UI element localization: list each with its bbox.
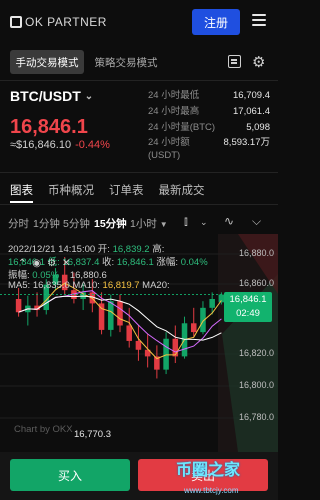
ohlc-change: 0.04%: [180, 257, 208, 268]
stat-value: 16,709.4: [233, 90, 270, 101]
stat-label: 24 小时量(BTC): [148, 122, 216, 133]
divider: [0, 80, 278, 81]
tab-latest-trades[interactable]: 最新成交: [159, 182, 205, 198]
price-change: -0.44%: [75, 139, 110, 151]
timeframe-15m[interactable]: 15分钟: [94, 216, 127, 231]
stat-row: 24 小时额(USDT) 8,593.17万: [148, 136, 270, 164]
y-tick: 16,880.0: [238, 248, 274, 258]
candle-body: [117, 301, 123, 326]
candle-body: [108, 301, 114, 330]
eye-icon[interactable]: ◉: [32, 258, 41, 269]
candle-body: [209, 298, 215, 308]
kline-chart[interactable]: 2022/12/21 14:15:00 开: 16,839.2 高: 16,84…: [0, 234, 278, 452]
ma10-label: MA10:: [69, 280, 103, 291]
stat-value: 17,061.4: [233, 106, 270, 117]
stat-row: 24 小时量(BTC) 5,098: [148, 120, 270, 136]
stat-row: 24 小时最低 16,709.4: [148, 88, 270, 104]
settings-icon[interactable]: ⚙: [47, 258, 56, 269]
last-price: 16,846.1: [10, 116, 88, 138]
candle-body: [15, 298, 22, 313]
site-watermark-logo: 币圈之家: [176, 462, 241, 479]
top-bar: OK PARTNER 注册: [0, 0, 278, 44]
pair-selector[interactable]: BTC/USDT ⌄: [10, 88, 93, 104]
current-price-tag: 16,846.1 02:49: [224, 292, 272, 322]
logo-text: OK PARTNER: [25, 15, 107, 29]
chevron-down-icon: ▼: [159, 220, 168, 229]
stat-label: 24 小时最低: [148, 90, 200, 101]
pair-name: BTC/USDT: [10, 88, 81, 104]
divider: [0, 172, 278, 173]
y-tick: 16,800.0: [238, 380, 274, 390]
candle-countdown: 02:49: [236, 308, 260, 319]
candle-body: [135, 340, 142, 350]
low-marker-label: 16,770.3: [74, 429, 111, 440]
tab-manual-mode[interactable]: 手动交易模式: [10, 50, 84, 74]
buy-button[interactable]: 买入: [10, 459, 130, 491]
candle-body: [163, 338, 169, 370]
y-tick: 16,860.0: [238, 278, 274, 288]
24h-stats: 24 小时最低 16,709.4 24 小时最高 17,061.4 24 小时量(B…: [148, 88, 270, 164]
draw-tool-icon[interactable]: ⌵: [252, 214, 261, 229]
main-tabs: 图表 币种概况 订单表 最新成交: [10, 182, 205, 203]
logo-mark-icon: [10, 16, 22, 28]
current-price-value: 16,846.1: [229, 294, 267, 305]
y-tick: 16,780.0: [238, 412, 274, 422]
tab-order-book[interactable]: 订单表: [109, 182, 144, 198]
stat-label: 24 小时最高: [148, 106, 200, 117]
ohlc-close: 16,846.1: [116, 257, 154, 268]
candle-body: [172, 338, 179, 357]
tab-chart[interactable]: 图表: [10, 182, 33, 203]
chart-watermark: Chart by OKX: [14, 424, 73, 435]
chevron-down-icon[interactable]: ⌄: [200, 217, 208, 228]
timeframe-1h[interactable]: 1小时 ▼: [130, 216, 168, 231]
timeframe-5m[interactable]: 5分钟: [63, 216, 90, 231]
y-tick: 16,820.0: [238, 348, 274, 358]
ohlc-change-label: 涨幅:: [153, 257, 181, 268]
divider: [0, 204, 278, 205]
stat-value: 5,098: [246, 122, 270, 133]
indicator-icon[interactable]: ∿: [224, 214, 234, 228]
timeframe-time[interactable]: 分时: [8, 216, 29, 231]
gear-icon[interactable]: ⚙: [252, 53, 265, 71]
chevron-down-icon: ⌄: [84, 90, 94, 102]
trading-mode-bar: 手动交易模式 策略交易模式 ⚙: [0, 50, 278, 76]
candle-body: [190, 323, 197, 333]
collapse-icon[interactable]: ⌃: [18, 258, 26, 269]
candle-body: [126, 325, 132, 341]
ma10-value: 16,819.7: [102, 280, 140, 291]
order-list-icon[interactable]: [228, 55, 241, 68]
logo[interactable]: OK PARTNER: [10, 15, 107, 29]
ohlc-line-3: 振幅: 0.05% 16,880.6: [8, 267, 107, 281]
fiat-price-line: ≈$16,846.10 -0.44%: [10, 139, 110, 151]
stat-row: 24 小时最高 17,061.4: [148, 104, 270, 120]
ma5-label: MA5:: [8, 280, 33, 291]
ma-line: MA5: 16,835.0 MA10: 16,819.7 MA20:: [8, 280, 170, 291]
timeframe-1h-label: 1小时: [130, 218, 157, 230]
candle-body: [98, 303, 105, 330]
site-watermark-url: www.tbtcjy.com: [184, 486, 239, 495]
close-icon[interactable]: ✕: [62, 258, 70, 269]
ma5-value: 16,835.0: [32, 280, 70, 291]
ma20-label: MA20:: [139, 280, 170, 291]
hamburger-menu-icon[interactable]: [252, 14, 266, 26]
stat-value: 8,593.17万: [223, 137, 270, 148]
chart-tools: ⌃ ◉ ⚙ ✕: [18, 258, 70, 269]
ohlc-line-1: 2022/12/21 14:15:00 开: 16,839.2 高:: [8, 241, 164, 255]
timeframe-1m[interactable]: 1分钟: [33, 216, 60, 231]
fiat-price: ≈$16,846.10: [10, 139, 72, 151]
tab-coin-overview[interactable]: 币种概况: [48, 182, 94, 198]
candle-type-icon[interactable]: ⫾: [184, 214, 188, 229]
stat-label: 24 小时额(USDT): [148, 137, 190, 161]
register-button[interactable]: 注册: [192, 9, 240, 35]
tab-strategy-mode[interactable]: 策略交易模式: [90, 50, 162, 74]
